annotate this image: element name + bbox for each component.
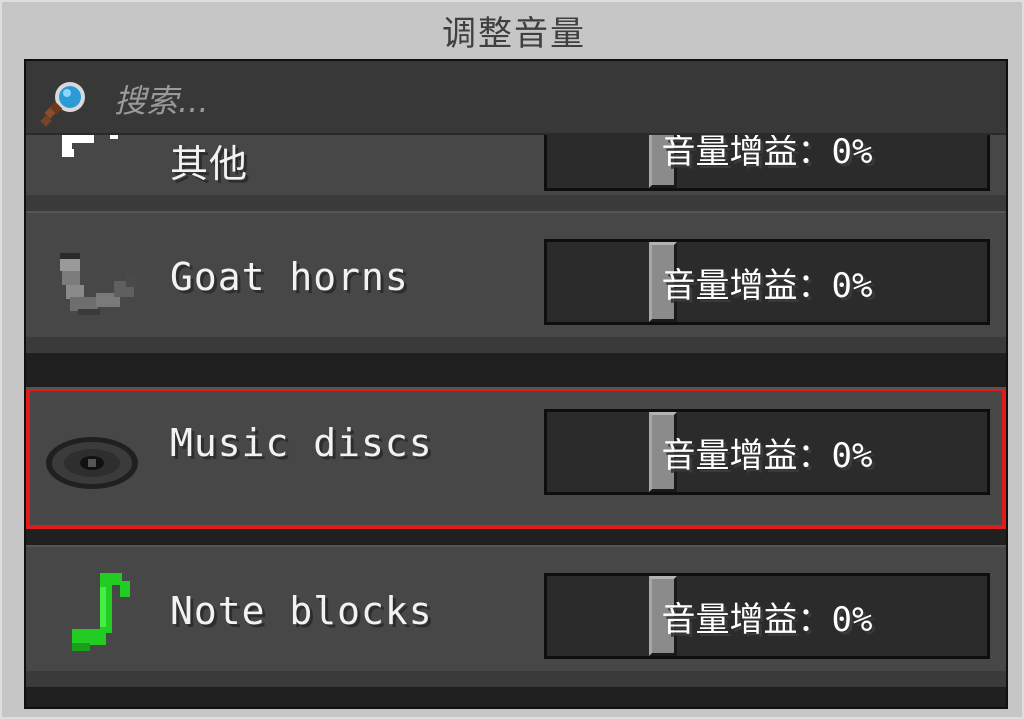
row-label: Music discs <box>170 421 433 465</box>
list-item-note-blocks[interactable]: Note blocks 音量增益：0% <box>26 545 1006 687</box>
note-block-icon <box>72 573 130 651</box>
slider-value-text: 音量增益：0% <box>661 265 873 306</box>
goat-horn-icon <box>60 253 136 315</box>
search-input[interactable] <box>114 81 714 121</box>
volume-dialog: 调整音量 其他 音量增益：0% Goat horns 音量增益：0% Music… <box>0 0 1024 719</box>
music-disc-icon <box>46 437 138 489</box>
sound-category-list[interactable]: 其他 音量增益：0% Goat horns 音量增益：0% Music disc… <box>24 59 1008 709</box>
dialog-title: 调整音量 <box>442 14 586 54</box>
list-item-music-discs[interactable]: Music discs 音量增益：0% <box>26 387 1006 529</box>
volume-slider[interactable]: 音量增益：0% <box>544 409 990 495</box>
volume-slider[interactable]: 音量增益：0% <box>544 573 990 659</box>
row-label: Note blocks <box>170 589 433 633</box>
list-item-goat-horns[interactable]: Goat horns 音量增益：0% <box>26 211 1006 353</box>
search-bar <box>26 61 1006 135</box>
row-label: Goat horns <box>170 255 409 299</box>
slider-value-text: 音量增益：0% <box>661 599 873 640</box>
search-icon <box>40 82 85 127</box>
slider-value-text: 音量增益：0% <box>661 435 873 476</box>
row-label: 其他 <box>170 142 249 186</box>
volume-slider[interactable]: 音量增益：0% <box>544 239 990 325</box>
